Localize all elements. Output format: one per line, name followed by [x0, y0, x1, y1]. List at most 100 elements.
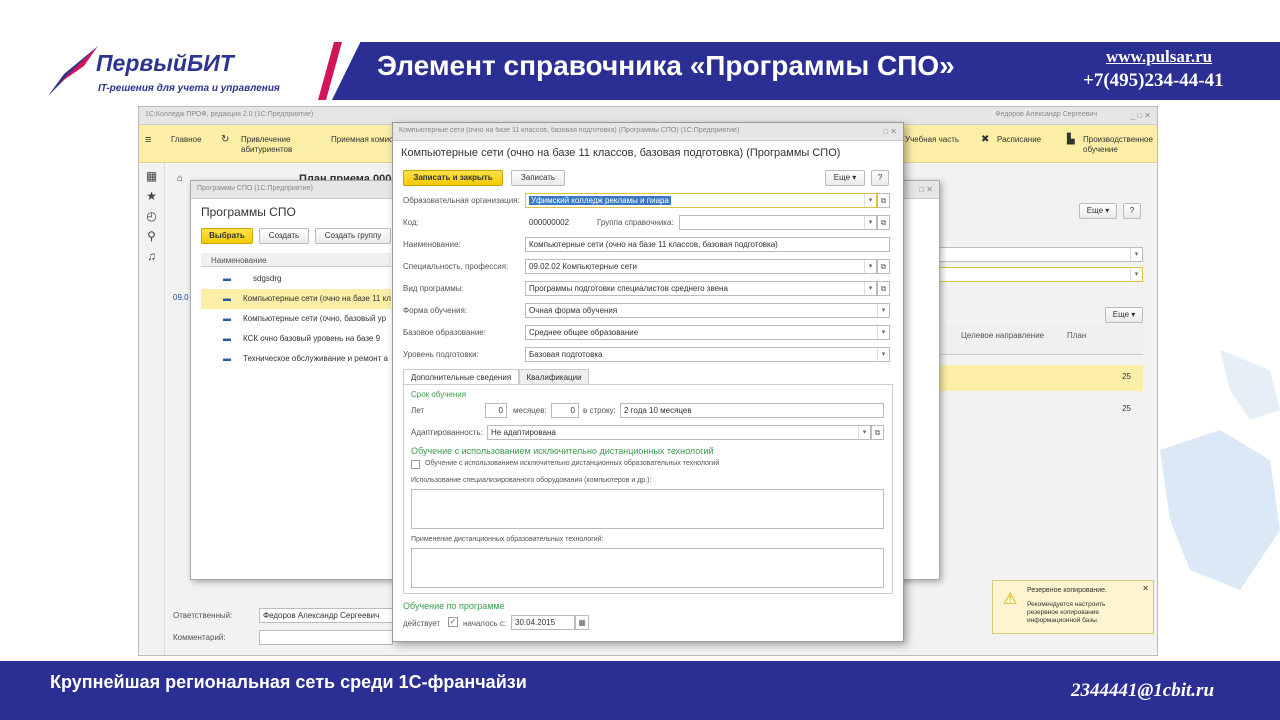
distance-tech-textarea[interactable]	[411, 548, 884, 588]
open-icon[interactable]: ⧉	[871, 425, 884, 440]
search-icon[interactable]: ⚲	[139, 229, 164, 243]
years-label: Лет	[411, 406, 425, 415]
backup-notification[interactable]: ⚠ Резервное копирование. Рекомендуется н…	[992, 580, 1154, 634]
user-name: Федоров Александр Сергеевич	[995, 111, 1097, 118]
code-link[interactable]: 09.0	[173, 293, 189, 302]
list-item[interactable]: ▬ Техническое обслуживание и ремонт а	[201, 349, 391, 369]
programs-heading: Программы СПО	[201, 205, 296, 219]
duration-title: Срок обучения	[411, 390, 467, 399]
list-item[interactable]: ▬ КСК очно базовый уровень на базе 9	[201, 329, 391, 349]
programs-window-title: Программы СПО (1С:Предприятие)	[197, 185, 313, 192]
months-label: месяцев:	[513, 406, 547, 415]
tab-additional[interactable]: Дополнительные сведения	[403, 369, 519, 385]
equipment-textarea[interactable]	[411, 489, 884, 529]
open-icon[interactable]: ⧉	[877, 193, 890, 208]
active-checkbox[interactable]: ✓	[448, 617, 458, 627]
spec-label: Специальность, профессия:	[403, 262, 509, 271]
column-name: Наименование	[201, 253, 391, 267]
save-button[interactable]: Записать	[511, 170, 565, 186]
duration-string-field[interactable]: 2 года 10 месяцев	[620, 403, 884, 418]
phone-number: +7(495)234-44-41	[1083, 70, 1224, 91]
window-controls[interactable]: _ □ ✕	[1131, 111, 1151, 120]
distance-checkbox[interactable]	[411, 460, 420, 469]
spec-field[interactable]: 09.02.02 Компьютерные сети ▾	[525, 259, 877, 274]
top-field-2[interactable]: ▾	[939, 267, 1143, 282]
logo-subtitle: IT-решения для учета и управления	[98, 83, 280, 94]
programs-list: ▬ sdgsdrg ▬ Компьютерные сети (очно на баз…	[201, 269, 391, 379]
dialog-window-controls[interactable]: □ ✕	[883, 127, 897, 136]
section-production[interactable]: Производственное обучение	[1083, 135, 1153, 155]
section-schedule[interactable]: Расписание	[997, 135, 1041, 145]
responsible-field[interactable]: Федоров Александр Сергеевич	[259, 608, 393, 623]
app-title: 1С:Колледж ПРОФ, редакция 2.0 (1С:Предпр…	[145, 111, 314, 118]
footer-slogan: Крупнейшая региональная сеть среди 1С-фр…	[50, 672, 527, 692]
star-icon[interactable]: ★	[139, 189, 164, 203]
open-icon[interactable]: ⧉	[877, 215, 890, 230]
more-button-table[interactable]: Еще ▾	[1105, 307, 1143, 323]
adapt-field[interactable]: Не адаптирована ▾	[487, 425, 871, 440]
close-icon[interactable]: ✕	[1142, 584, 1149, 593]
help-button-top[interactable]: ?	[1123, 203, 1141, 219]
open-icon[interactable]: ⧉	[877, 259, 890, 274]
select-button[interactable]: Выбрать	[201, 228, 253, 244]
list-item[interactable]: ▬ sdgsdrg	[201, 269, 391, 289]
form-label: Форма обучения:	[403, 306, 468, 315]
string-label: в строку:	[583, 406, 616, 415]
help-button[interactable]: ?	[871, 170, 889, 186]
code-field[interactable]: 000000002	[525, 215, 585, 230]
column-plan: План	[1067, 331, 1087, 340]
table-row[interactable]: 25	[939, 399, 1143, 421]
tab-qualifications[interactable]: Квалификации	[519, 369, 589, 385]
comment-field[interactable]	[259, 630, 393, 645]
refresh-icon: ↻	[221, 134, 230, 145]
program-title: Обучение по программе	[403, 601, 505, 611]
dialog-heading: Компьютерные сети (очно на базе 11 класс…	[401, 147, 841, 159]
calendar-icon[interactable]: ▦	[575, 615, 589, 630]
group-label: Группа справочника:	[597, 218, 674, 227]
schedule-icon: ✖	[981, 134, 990, 145]
section-applicants[interactable]: Привлечение абитуриентов	[241, 135, 301, 155]
name-field[interactable]: Компьютерные сети (очно на базе 11 класс…	[525, 237, 890, 252]
group-field[interactable]: ▾	[679, 215, 877, 230]
history-icon[interactable]: ◴	[139, 209, 164, 223]
started-label: началось с:	[463, 619, 507, 628]
footer-email[interactable]: 2344441@1cbit.ru	[1071, 680, 1214, 702]
org-field[interactable]: Уфимский колледж рекламы и пиара ▾	[525, 193, 877, 208]
base-edu-field[interactable]: Среднее общее образование ▾	[525, 325, 890, 340]
dialog-window-title: Компьютерные сети (очно на базе 11 класс…	[399, 127, 740, 134]
home-icon[interactable]: ⌂	[177, 173, 183, 184]
level-field[interactable]: Базовая подготовка ▾	[525, 347, 890, 362]
base-edu-label: Базовое образование:	[403, 328, 486, 337]
programs-window-controls[interactable]: □ ✕	[919, 185, 933, 194]
save-close-button[interactable]: Записать и закрыть	[403, 170, 503, 186]
create-button[interactable]: Создать	[259, 228, 309, 244]
website-link[interactable]: www.pulsar.ru	[1106, 47, 1212, 67]
start-date-field[interactable]: 30.04.2015	[511, 615, 575, 630]
grid-icon[interactable]: ▦	[139, 169, 164, 183]
list-item[interactable]: ▬ Компьютерные сети (очно, базовый ур	[201, 309, 391, 329]
level-label: Уровень подготовки:	[403, 350, 479, 359]
section-main[interactable]: Главное	[171, 135, 202, 145]
type-field[interactable]: Программы подготовки специалистов средне…	[525, 281, 877, 296]
table-row[interactable]: 25	[939, 365, 1143, 391]
months-field[interactable]: 0	[551, 403, 579, 418]
open-icon[interactable]: ⧉	[877, 281, 890, 296]
more-button-top[interactable]: Еще ▾	[1079, 203, 1117, 219]
form-field[interactable]: Очная форма обучения ▾	[525, 303, 890, 318]
more-button[interactable]: Еще ▾	[825, 170, 865, 186]
plan-value: 25	[1122, 372, 1131, 381]
name-label: Наименование:	[403, 240, 461, 249]
create-group-button[interactable]: Создать группу	[315, 228, 391, 244]
logo-swoosh-icon	[48, 46, 98, 96]
adapt-label: Адаптированность:	[411, 428, 483, 437]
menu-icon[interactable]: ≡	[145, 135, 151, 146]
notification-title: Резервное копирование.	[1027, 587, 1108, 594]
bell-icon[interactable]: ♫	[139, 249, 164, 263]
distance-tech-label: Применение дистанционных образовательных…	[411, 536, 604, 543]
list-item[interactable]: ▬ Компьютерные сети (очно на базе 11 кл	[201, 289, 391, 309]
section-study[interactable]: Учебная часть	[905, 135, 959, 145]
left-toolbar: ▦ ★ ◴ ⚲ ♫	[139, 163, 165, 655]
top-field-1[interactable]: ▾	[939, 247, 1143, 262]
years-field[interactable]: 0	[485, 403, 507, 418]
logo-text: ПервыйБИТ	[96, 50, 234, 76]
